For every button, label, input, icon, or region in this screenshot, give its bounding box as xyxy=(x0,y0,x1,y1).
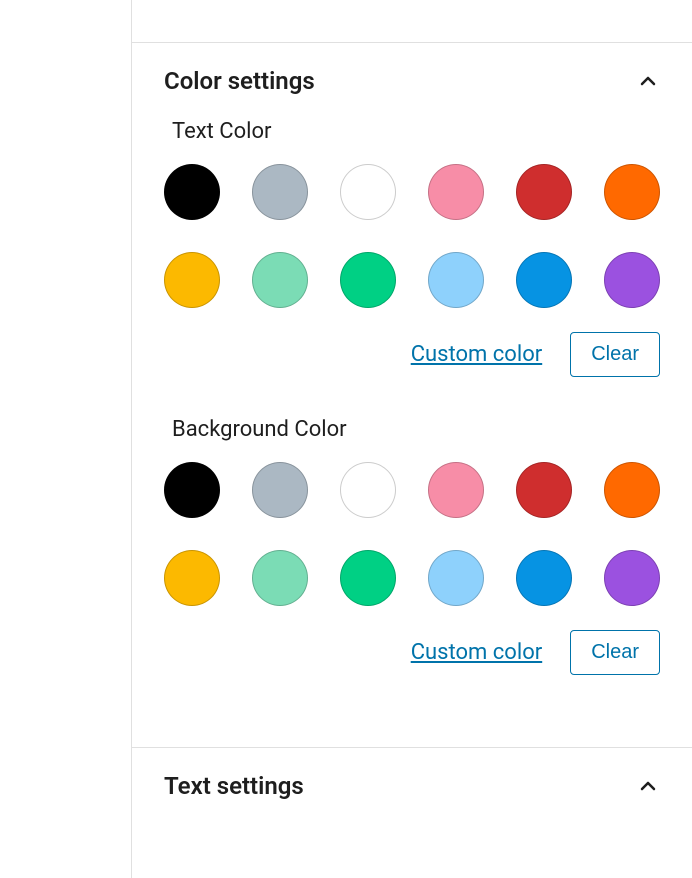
swatch-green[interactable] xyxy=(340,252,396,308)
swatch-gray[interactable] xyxy=(252,164,308,220)
settings-sidebar: Color settings Text Color Custom color C… xyxy=(131,0,692,878)
text-color-clear-button[interactable]: Clear xyxy=(570,332,660,377)
text-color-swatches xyxy=(164,164,660,308)
swatch-light-green[interactable] xyxy=(252,550,308,606)
text-color-custom-link[interactable]: Custom color xyxy=(411,342,543,367)
swatch-orange[interactable] xyxy=(604,462,660,518)
swatch-red[interactable] xyxy=(516,164,572,220)
swatch-purple[interactable] xyxy=(604,550,660,606)
swatch-gray[interactable] xyxy=(252,462,308,518)
background-color-label: Background Color xyxy=(172,417,660,442)
panel-spacer xyxy=(132,0,692,42)
background-color-clear-button[interactable]: Clear xyxy=(570,630,660,675)
text-settings-toggle[interactable]: Text settings xyxy=(132,748,692,824)
swatch-pink[interactable] xyxy=(428,462,484,518)
background-color-section: Background Color Custom color Clear xyxy=(164,417,660,675)
swatch-pink[interactable] xyxy=(428,164,484,220)
color-settings-title: Color settings xyxy=(164,67,315,95)
background-color-actions: Custom color Clear xyxy=(164,630,660,675)
swatch-black[interactable] xyxy=(164,462,220,518)
swatch-light-blue[interactable] xyxy=(428,550,484,606)
text-settings-panel: Text settings xyxy=(132,747,692,824)
background-color-custom-link[interactable]: Custom color xyxy=(411,640,543,665)
swatch-light-green[interactable] xyxy=(252,252,308,308)
swatch-black[interactable] xyxy=(164,164,220,220)
color-settings-panel: Color settings Text Color Custom color C… xyxy=(132,42,692,747)
text-settings-title: Text settings xyxy=(164,772,304,800)
swatch-white[interactable] xyxy=(340,462,396,518)
swatch-yellow[interactable] xyxy=(164,252,220,308)
text-color-section: Text Color Custom color Clear xyxy=(164,119,660,377)
color-settings-body: Text Color Custom color Clear Background… xyxy=(132,119,692,747)
swatch-purple[interactable] xyxy=(604,252,660,308)
swatch-green[interactable] xyxy=(340,550,396,606)
swatch-blue[interactable] xyxy=(516,550,572,606)
swatch-orange[interactable] xyxy=(604,164,660,220)
chevron-up-icon xyxy=(636,69,660,93)
text-color-label: Text Color xyxy=(172,119,660,144)
swatch-light-blue[interactable] xyxy=(428,252,484,308)
swatch-red[interactable] xyxy=(516,462,572,518)
swatch-yellow[interactable] xyxy=(164,550,220,606)
swatch-white[interactable] xyxy=(340,164,396,220)
text-color-actions: Custom color Clear xyxy=(164,332,660,377)
color-settings-toggle[interactable]: Color settings xyxy=(132,43,692,119)
chevron-up-icon xyxy=(636,774,660,798)
swatch-blue[interactable] xyxy=(516,252,572,308)
background-color-swatches xyxy=(164,462,660,606)
